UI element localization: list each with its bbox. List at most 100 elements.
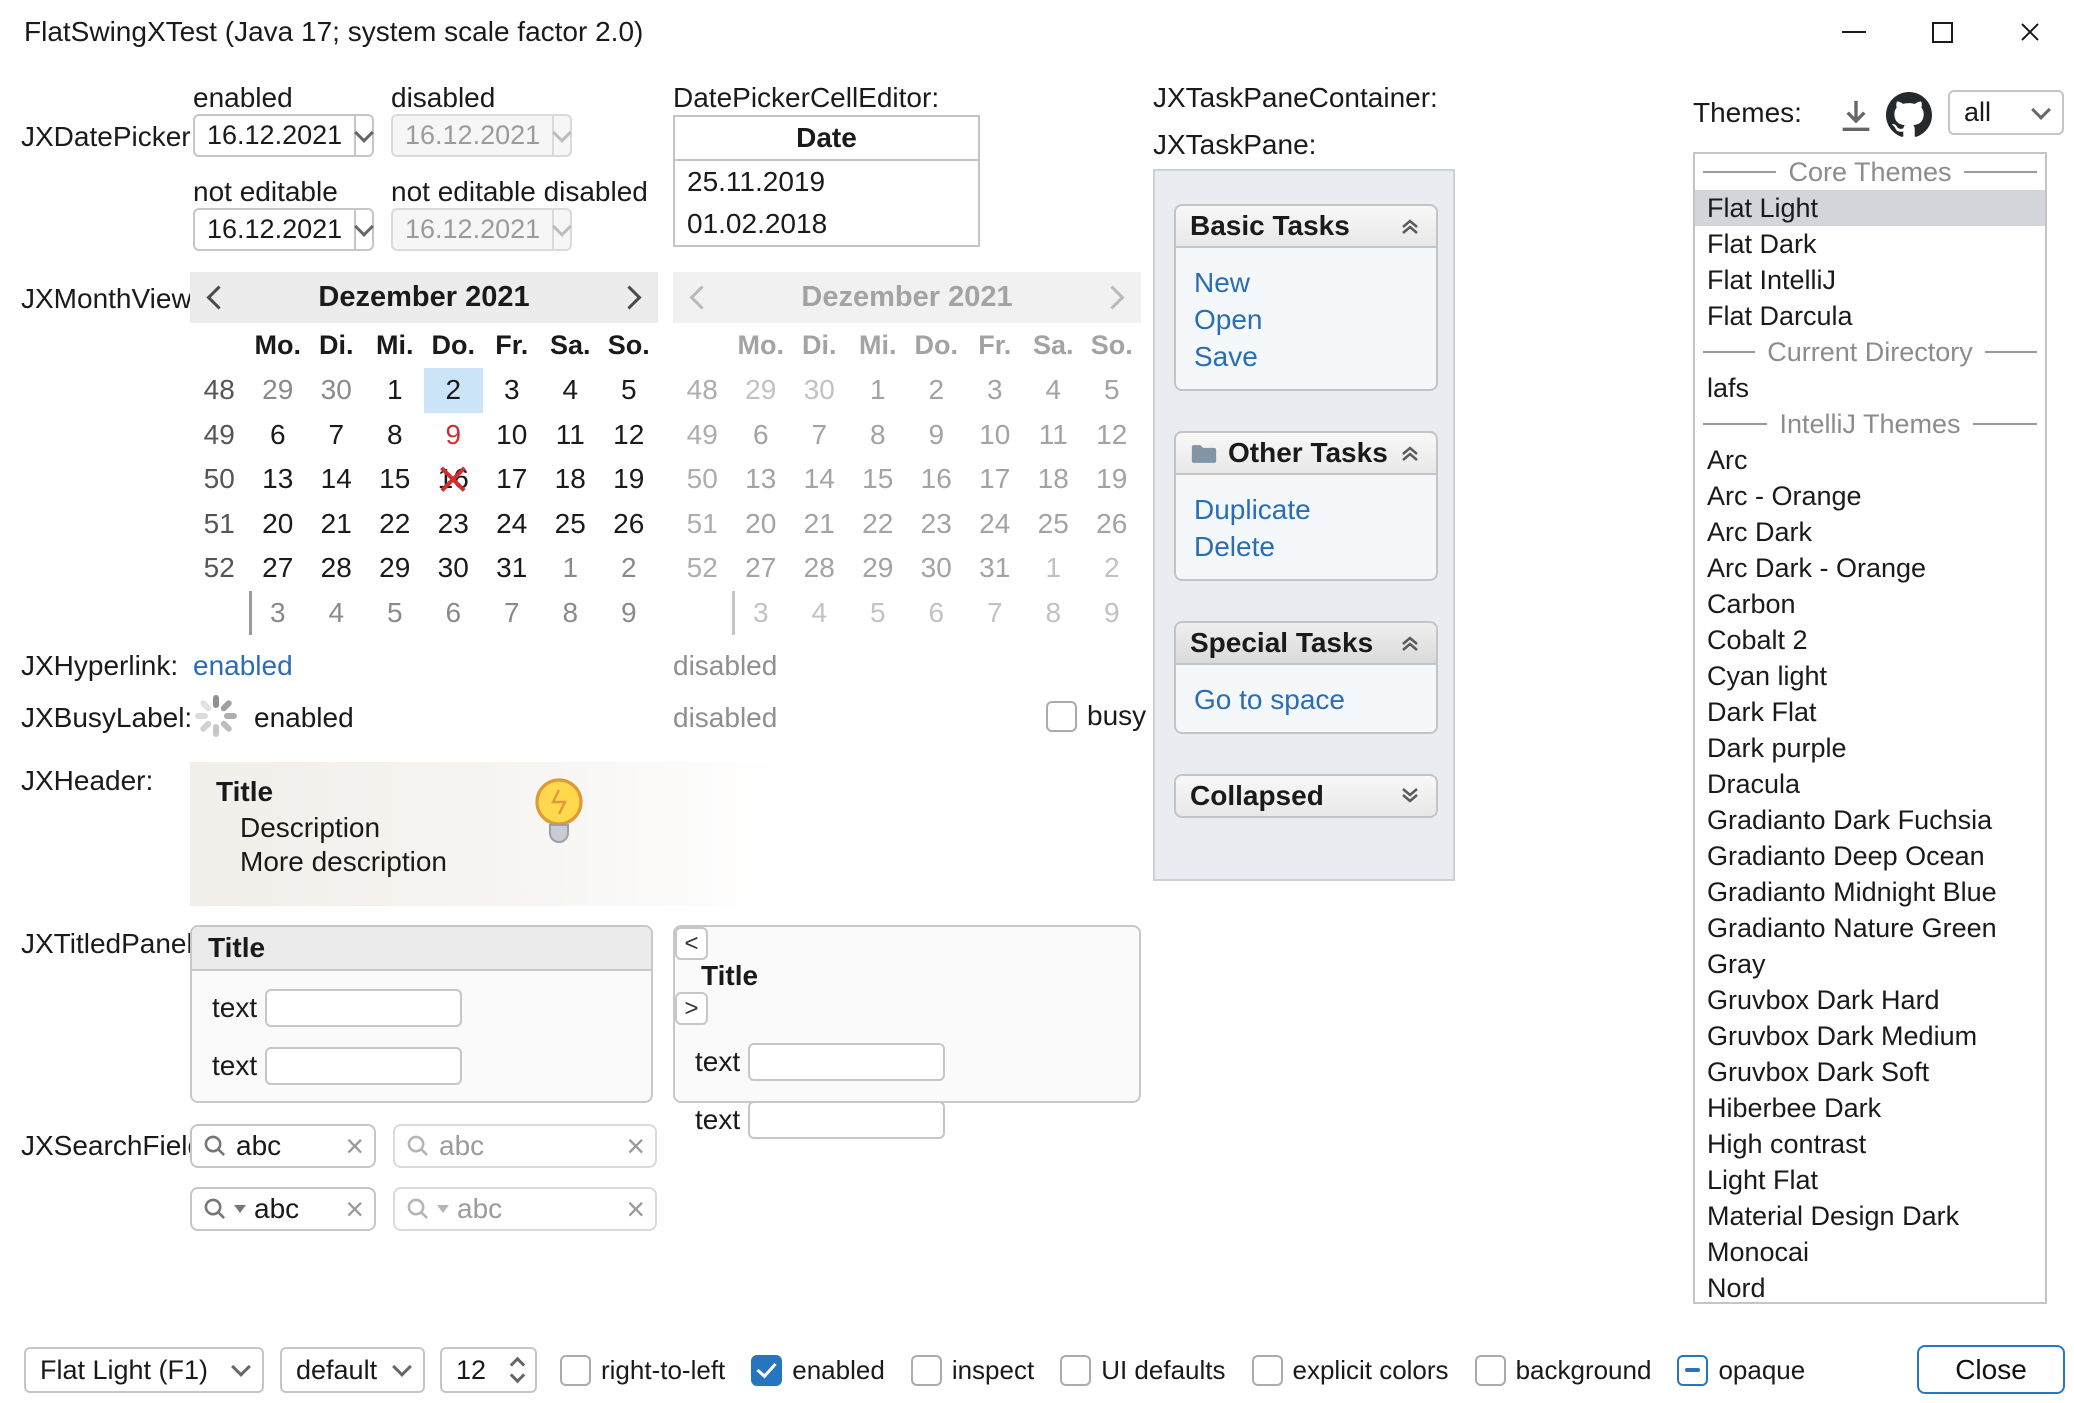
close-window-button[interactable] [1986,0,2074,64]
clear-icon[interactable]: × [345,1130,364,1162]
theme-item[interactable]: lafs [1695,370,2045,406]
calendar-day[interactable]: 30 [790,368,849,413]
taskpane-header[interactable]: Basic Tasks [1174,204,1438,248]
theme-item[interactable]: Gradianto Midnight Blue [1695,874,2045,910]
calendar-day[interactable]: 8 [541,591,600,636]
theme-item[interactable]: Gruvbox Dark Soft [1695,1054,2045,1090]
checkbox-busy[interactable]: busy [1046,700,1146,732]
datepicker-value[interactable]: 16.12.2021 [195,120,354,151]
calendar-day[interactable]: 8 [366,413,425,458]
titledpanel-text-input[interactable] [265,989,462,1027]
calendar-day[interactable]: 4 [541,368,600,413]
double-chevron-down-icon[interactable] [1398,786,1422,806]
calendar-day[interactable]: 25 [1024,502,1083,547]
calendar-day[interactable]: 14 [790,457,849,502]
calendar-day[interactable]: 29 [849,546,908,591]
calendar-day[interactable]: 6 [249,413,308,458]
checkbox-enabled[interactable]: enabled [751,1355,885,1386]
calendar-day[interactable]: 17 [483,457,542,502]
clear-icon[interactable]: × [345,1193,364,1225]
hyperlink-enabled[interactable]: enabled [193,650,293,682]
calendar-day[interactable]: 18 [1024,457,1083,502]
calendar-day[interactable]: 5 [600,368,659,413]
calendar-day[interactable]: 9 [1083,591,1142,636]
theme-item[interactable]: Carbon [1695,586,2045,622]
theme-item[interactable]: Gray [1695,946,2045,982]
calendar-day[interactable]: 22 [366,502,425,547]
calendar-day[interactable]: 23 [424,502,483,547]
checkbox-ui-defaults[interactable]: UI defaults [1060,1355,1225,1386]
calendar-day[interactable]: 10 [966,413,1025,458]
theme-item[interactable]: Cyan light [1695,658,2045,694]
taskpane-link[interactable]: Delete [1194,528,1418,565]
calendar-day[interactable]: 2 [600,546,659,591]
calendar-day[interactable]: 1 [541,546,600,591]
searchfield-enabled[interactable]: abc × [190,1124,376,1168]
calendar-day[interactable]: 9 [600,591,659,636]
theme-item[interactable]: Arc Dark - Orange [1695,550,2045,586]
calendar-day[interactable]: 8 [1024,591,1083,636]
calendar-day[interactable]: 18 [541,457,600,502]
calendar-day[interactable]: 8 [849,413,908,458]
theme-item[interactable]: Monocai [1695,1234,2045,1270]
calendar-day[interactable]: 13 [732,457,791,502]
spinner-buttons[interactable] [499,1349,535,1391]
checkbox-opaque[interactable]: opaque [1677,1355,1805,1386]
calendar-day[interactable]: 21 [790,502,849,547]
calendar-day[interactable]: 25 [541,502,600,547]
calendar-day[interactable]: 14 [307,457,366,502]
calendar-day[interactable]: 3 [966,368,1025,413]
table-column-header[interactable]: Date [675,117,978,161]
theme-item[interactable]: Arc Dark [1695,514,2045,550]
calendar-day[interactable]: 9 [424,413,483,458]
theme-item[interactable]: Light Flat [1695,1162,2045,1198]
calendar-day[interactable]: 2 [424,368,483,413]
themes-filter-combo[interactable]: all [1948,90,2064,135]
calendar-day[interactable]: 3 [483,368,542,413]
calendar-day[interactable]: 19 [1083,457,1142,502]
calendar-day[interactable]: 4 [790,591,849,636]
calendar-day[interactable]: 30 [907,546,966,591]
checkbox-inspect[interactable]: inspect [911,1355,1034,1386]
taskpane-link[interactable]: Open [1194,301,1418,338]
calendar-day[interactable]: 26 [600,502,659,547]
theme-item[interactable]: Gruvbox Dark Medium [1695,1018,2045,1054]
double-chevron-up-icon[interactable] [1398,216,1422,236]
calendar-day[interactable]: 7 [790,413,849,458]
calendar-day[interactable]: 5 [849,591,908,636]
theme-item[interactable]: Cobalt 2 [1695,622,2045,658]
search-input[interactable]: abc [236,1130,337,1162]
spinner-value[interactable]: 12 [456,1355,499,1386]
checkbox-background[interactable]: background [1475,1355,1652,1386]
calendar-day[interactable]: 31 [966,546,1025,591]
search-input[interactable]: abc [254,1193,337,1225]
calendar-day[interactable]: 6 [907,591,966,636]
calendar-day[interactable]: 15 [849,457,908,502]
maximize-button[interactable] [1898,0,1986,64]
calendar-day[interactable]: 4 [307,591,366,636]
theme-item[interactable]: Dark Flat [1695,694,2045,730]
searchfield-with-menu[interactable]: abc × [190,1187,376,1231]
taskpane-header[interactable]: Other Tasks [1174,431,1438,475]
next-month-icon[interactable] [617,285,641,309]
calendar-day[interactable]: 10 [483,413,542,458]
titledpanel-text-input[interactable] [265,1047,462,1085]
titledpanel-text-input[interactable] [748,1043,945,1081]
calendar-day[interactable]: 30 [307,368,366,413]
calendar-day[interactable]: 27 [249,546,308,591]
double-chevron-up-icon[interactable] [1398,633,1422,653]
calendar-day[interactable]: 4 [1024,368,1083,413]
calendar-day[interactable]: 7 [966,591,1025,636]
taskpane-header[interactable]: Collapsed [1174,774,1438,818]
calendar-day[interactable]: 30 [424,546,483,591]
calendar-day[interactable]: 5 [1083,368,1142,413]
theme-item[interactable]: Arc - Orange [1695,478,2045,514]
calendar-day[interactable]: 6 [424,591,483,636]
theme-item[interactable]: Dark purple [1695,730,2045,766]
calendar-day[interactable]: 29 [249,368,308,413]
download-icon[interactable] [1836,96,1876,136]
calendar-day[interactable]: 7 [307,413,366,458]
calendar-day[interactable]: 12 [1083,413,1142,458]
taskpane-link[interactable]: Go to space [1194,681,1418,718]
checkbox-explicit-colors[interactable]: explicit colors [1252,1355,1449,1386]
